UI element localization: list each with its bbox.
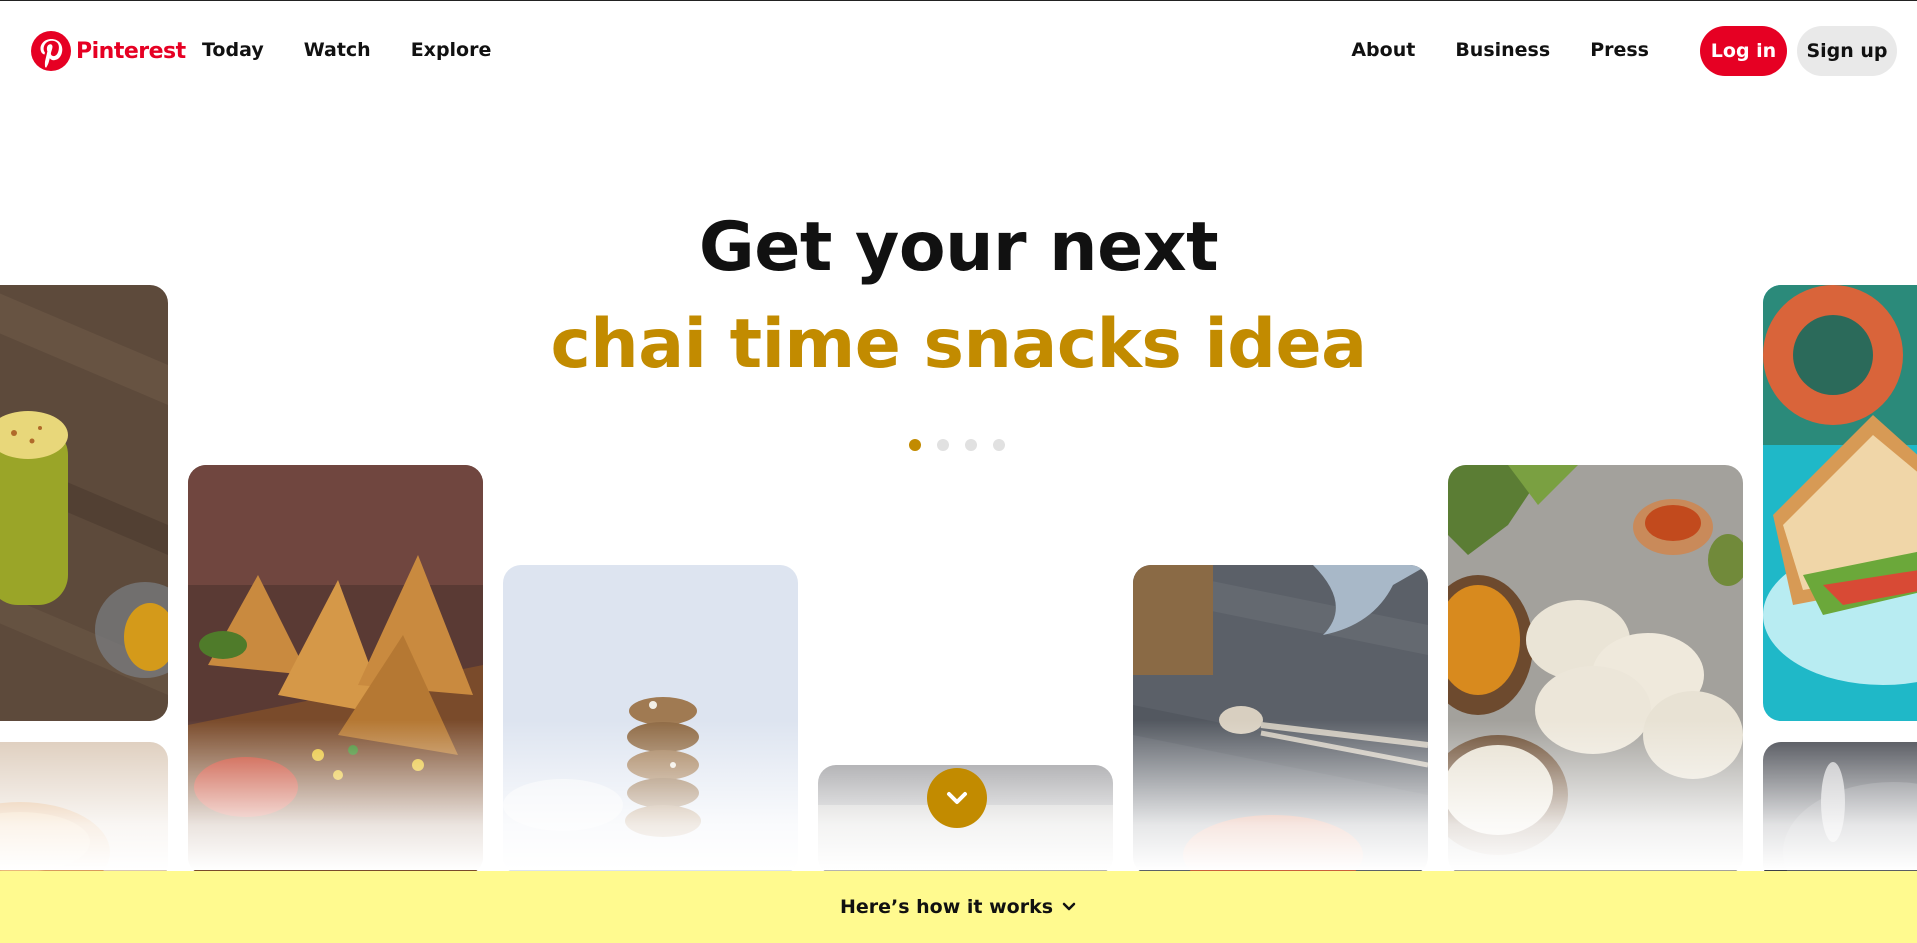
nav-press-link[interactable]: Press: [1590, 39, 1649, 61]
login-button[interactable]: Log in: [1700, 26, 1787, 76]
how-it-works-label: Here’s how it works: [839, 896, 1054, 918]
carousel-dots: [909, 439, 1005, 451]
signup-button[interactable]: Sign up: [1797, 26, 1897, 76]
nav-watch-link[interactable]: Watch: [304, 39, 371, 61]
carousel-dot-4[interactable]: [993, 439, 1005, 451]
hero-heading-highlight: chai time snacks idea: [550, 305, 1368, 384]
chevron-down-icon: [947, 792, 967, 804]
nav-business-link[interactable]: Business: [1455, 39, 1550, 61]
pinterest-logo-icon: [31, 31, 71, 71]
chevron-down-small-icon: [1062, 902, 1076, 911]
nav-explore-link[interactable]: Explore: [411, 39, 492, 61]
pinterest-logo[interactable]: Pinterest: [31, 31, 186, 71]
secondary-nav: About Business Press: [1351, 39, 1649, 61]
carousel-dot-2[interactable]: [937, 439, 949, 451]
carousel-dot-3[interactable]: [965, 439, 977, 451]
hero-heading: Get your next: [698, 208, 1219, 287]
primary-nav: Today Watch Explore: [202, 39, 491, 61]
pinterest-wordmark: Pinterest: [76, 38, 186, 64]
nav-about-link[interactable]: About: [1351, 39, 1415, 61]
nav-today-link[interactable]: Today: [202, 39, 264, 61]
carousel-dot-1[interactable]: [909, 439, 921, 451]
top-navigation: Pinterest Today Watch Explore About Busi…: [0, 1, 1917, 101]
how-it-works-bar[interactable]: Here’s how it works: [0, 871, 1917, 943]
scroll-down-button[interactable]: [927, 768, 987, 828]
